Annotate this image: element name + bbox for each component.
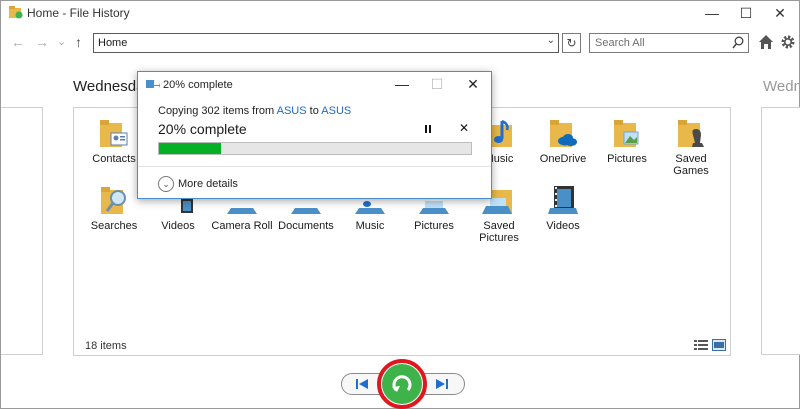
address-text: Home	[98, 37, 128, 49]
backup-date-label: Wednesday	[73, 78, 139, 95]
copy-dialog-icon	[146, 80, 160, 88]
folder-tile-saved-games[interactable]: Saved Games	[659, 117, 723, 177]
saved-games-folder-icon	[678, 120, 704, 147]
pause-icon	[425, 125, 431, 133]
dialog-divider	[138, 166, 491, 167]
items-count: 18 items	[85, 340, 127, 352]
folder-tile-onedrive[interactable]: OneDrive	[531, 117, 595, 165]
minimize-button[interactable]: —	[695, 1, 729, 25]
forward-button[interactable]: →	[35, 34, 49, 50]
tile-label: Documents	[278, 220, 334, 232]
dialog-close-button[interactable]: ✕	[459, 75, 487, 93]
search-placeholder: Search All	[595, 37, 645, 49]
folder-tile-pictures[interactable]: Pictures	[595, 117, 659, 165]
folder-tile-videos-library[interactable]: Videos	[531, 184, 595, 232]
tile-label: Camera Roll	[211, 220, 273, 232]
contacts-folder-icon	[100, 120, 128, 147]
search-box[interactable]: Search All	[589, 33, 749, 53]
tile-label: Videos	[546, 220, 580, 232]
source-link[interactable]: ASUS	[277, 105, 307, 117]
tile-label: Pictures	[607, 153, 647, 165]
tile-label: Music	[355, 220, 385, 232]
more-details-button[interactable]: More details	[178, 178, 238, 190]
large-icons-view-icon[interactable]	[712, 339, 726, 351]
file-history-window: Home - File History — ☐ ✕ ← → ⌄ ↑ Home ⌄…	[0, 0, 800, 409]
onedrive-folder-icon	[550, 120, 577, 147]
more-details-chevron-icon[interactable]: ⌄	[158, 176, 174, 192]
cancel-copy-button[interactable]: ✕	[457, 121, 471, 135]
search-icon[interactable]	[732, 36, 744, 50]
navigation-bar: ← → ⌄ ↑ Home ⌄ ↻ Search All	[1, 31, 799, 55]
progress-fill	[159, 143, 222, 154]
videos-library-icon	[548, 186, 578, 214]
tile-label: Searches	[90, 220, 138, 232]
tile-label: Pictures	[414, 220, 454, 232]
copy-status-line: Copying 302 items from ASUS to ASUS	[158, 105, 351, 117]
next-version-button[interactable]	[433, 376, 451, 392]
file-history-app-icon	[9, 6, 23, 19]
recent-locations-button[interactable]: ⌄	[57, 35, 66, 48]
dialog-minimize-button[interactable]: —	[388, 75, 416, 93]
percent-complete-label: 20% complete	[158, 121, 247, 137]
pause-button[interactable]	[421, 122, 435, 136]
title-bar: Home - File History — ☐ ✕	[1, 1, 799, 25]
searches-folder-icon	[101, 187, 126, 214]
copy-progress-bar	[158, 142, 472, 155]
address-bar[interactable]: Home ⌄	[93, 33, 559, 53]
gear-icon[interactable]	[780, 34, 796, 50]
close-button[interactable]: ✕	[763, 1, 797, 25]
window-title: Home - File History	[27, 6, 130, 20]
next-backup-date-label: Wedn	[763, 78, 800, 95]
tile-label: Videos	[161, 220, 195, 232]
previous-version-button[interactable]	[353, 376, 371, 392]
copy-prefix-text: Copying 302 items from	[158, 105, 277, 117]
tile-label: Saved Games	[673, 153, 709, 177]
copy-progress-dialog: 20% complete — ☐ ✕ Copying 302 items fro…	[137, 71, 492, 199]
previous-version-panel[interactable]	[1, 107, 43, 355]
address-dropdown-icon[interactable]: ⌄	[547, 35, 555, 46]
restore-button[interactable]	[382, 364, 422, 404]
restore-icon	[392, 375, 412, 392]
details-view-icon[interactable]	[694, 339, 708, 351]
dialog-title: 20% complete	[163, 79, 233, 91]
destination-link[interactable]: ASUS	[321, 105, 351, 117]
pictures-folder-icon	[614, 120, 639, 147]
maximize-button[interactable]: ☐	[729, 1, 763, 25]
tile-label: OneDrive	[539, 153, 587, 165]
dialog-maximize-button[interactable]: ☐	[423, 75, 451, 93]
next-version-panel[interactable]	[761, 107, 800, 355]
home-icon[interactable]	[758, 34, 774, 50]
refresh-button[interactable]: ↻	[562, 33, 581, 53]
copy-mid-text: to	[306, 105, 322, 117]
tile-label: Saved Pictures	[479, 220, 519, 244]
up-button[interactable]: ↑	[75, 34, 82, 50]
back-button[interactable]: ←	[11, 34, 25, 50]
